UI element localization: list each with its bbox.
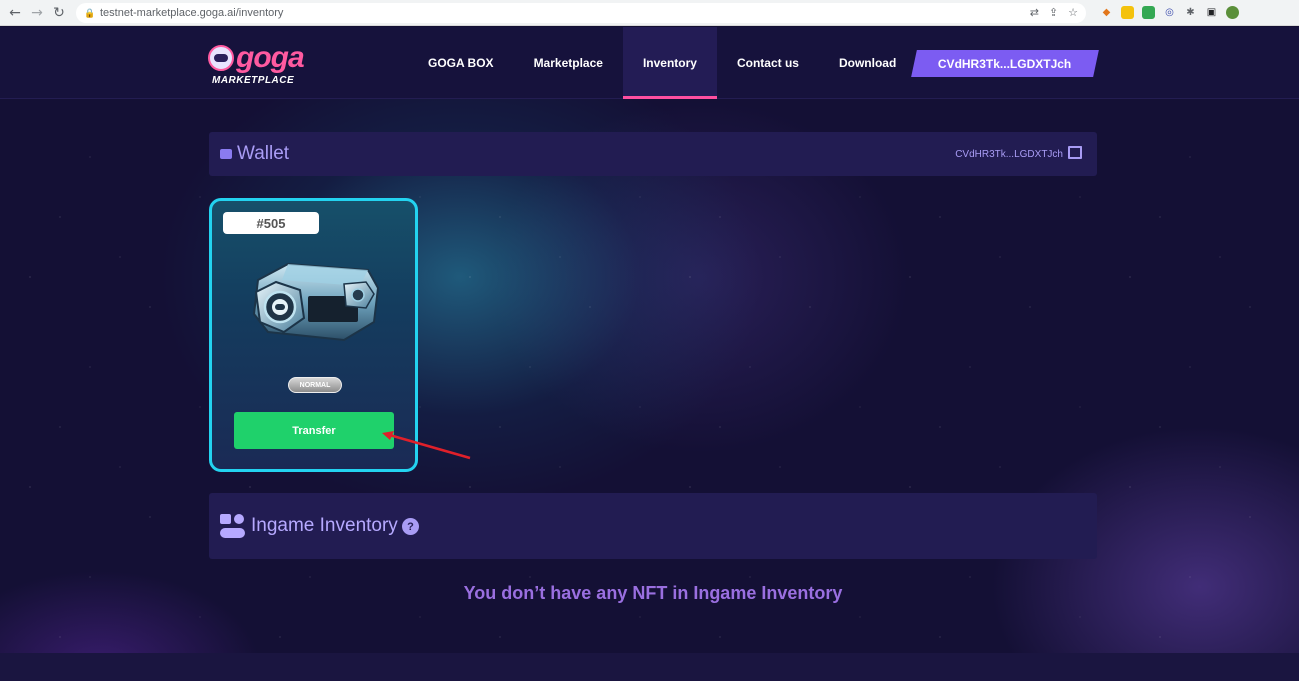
wallet-title: Wallet xyxy=(237,143,290,164)
back-icon[interactable]: ← xyxy=(4,2,26,24)
profile-avatar[interactable] xyxy=(1226,6,1239,19)
lock-icon: 🔒 xyxy=(84,7,96,18)
translate-icon[interactable]: ⇄ xyxy=(1030,6,1039,19)
wallet-extension-icon[interactable] xyxy=(1121,6,1134,19)
rarity-badge: NORMAL xyxy=(288,377,342,393)
green-extension-icon[interactable] xyxy=(1142,6,1155,19)
address-bar[interactable]: 🔒 testnet-marketplace.goga.ai/inventory … xyxy=(76,2,1086,23)
wallet-pill-address: CVdHR3Tk...LGDXTJch xyxy=(938,56,1072,71)
nav-inventory[interactable]: Inventory xyxy=(622,27,717,99)
puzzle-extensions-icon[interactable]: ✱ xyxy=(1184,6,1197,19)
help-icon[interactable]: ? xyxy=(402,518,419,535)
nav-download[interactable]: Download xyxy=(819,27,916,99)
gamepad-icon xyxy=(220,514,245,538)
reload-icon[interactable]: ↻ xyxy=(48,2,70,24)
bookmark-star-icon[interactable]: ☆ xyxy=(1068,6,1078,19)
annotation-arrow xyxy=(382,431,471,460)
nav-goga-box[interactable]: GOGA BOX xyxy=(408,27,514,99)
main-nav: GOGA BOX Marketplace Inventory Contact u… xyxy=(408,27,916,99)
forward-icon[interactable]: → xyxy=(26,2,48,24)
logo-word: goga xyxy=(236,41,305,74)
ingame-inventory-title: Ingame Inventory xyxy=(251,515,398,536)
footer-strip xyxy=(0,653,1299,681)
wallet-address: CVdHR3Tk...LGDXTJch xyxy=(955,149,1063,160)
transfer-button[interactable]: Transfer xyxy=(234,412,394,449)
wallet-section-header: Wallet CVdHR3Tk...LGDXTJch xyxy=(209,132,1097,176)
robot-logo-icon xyxy=(208,45,234,71)
share-icon[interactable]: ⇪ xyxy=(1049,6,1058,19)
nav-contact-us[interactable]: Contact us xyxy=(717,27,819,99)
circle-extension-icon[interactable]: ◎ xyxy=(1163,6,1176,19)
copy-icon[interactable] xyxy=(1068,146,1082,159)
nft-id-badge: #505 xyxy=(223,212,319,234)
ingame-inventory-header: Ingame Inventory ? xyxy=(209,493,1097,559)
wallet-connect-button[interactable]: CVdHR3Tk...LGDXTJch xyxy=(911,50,1099,77)
url-text: testnet-marketplace.goga.ai/inventory xyxy=(100,6,284,19)
site-header: goga MARKETPLACE GOGA BOX Marketplace In… xyxy=(0,27,1299,99)
logo-subtitle: MARKETPLACE xyxy=(212,75,295,86)
sidepanel-icon[interactable]: ▣ xyxy=(1205,6,1218,19)
logo[interactable]: goga MARKETPLACE xyxy=(208,37,308,89)
metamask-extension-icon[interactable]: ◆ xyxy=(1100,6,1113,19)
nav-marketplace[interactable]: Marketplace xyxy=(514,27,623,99)
chest-image xyxy=(252,262,380,342)
empty-inventory-message: You don’t have any NFT in Ingame Invento… xyxy=(463,583,843,603)
page: goga MARKETPLACE GOGA BOX Marketplace In… xyxy=(0,27,1299,681)
wallet-icon xyxy=(220,149,232,159)
browser-toolbar: ← → ↻ 🔒 testnet-marketplace.goga.ai/inve… xyxy=(0,0,1299,26)
